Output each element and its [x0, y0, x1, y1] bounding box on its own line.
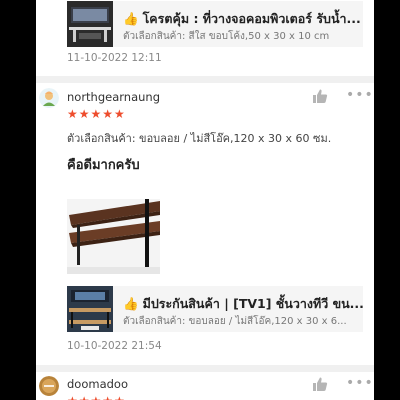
star-rating: ★★★★★: [67, 107, 126, 121]
product-thumbnail: [67, 1, 113, 47]
review-date: 11-10-2022 12:11: [67, 52, 162, 64]
more-options-icon[interactable]: •••: [346, 87, 374, 103]
product-variant: ตัวเลือกสินค้า: สีใส ขอบโค้ง,50 x 30 x 1…: [123, 31, 330, 42]
avatar[interactable]: [39, 88, 59, 108]
product-title: 👍 มีประกันสินค้า | [TV1] ชั้นวางทีวี ขน..…: [123, 294, 363, 314]
avatar[interactable]: [39, 376, 59, 396]
product-card[interactable]: 👍 มีประกันสินค้า | [TV1] ชั้นวางทีวี ขน..…: [67, 286, 363, 332]
username: northgearnaung: [67, 90, 161, 104]
product-variant: ตัวเลือกสินค้า: ขอบลอย / ไม่สีโอ๊ค,120 x…: [123, 316, 347, 327]
username: doomadoo: [67, 377, 128, 391]
product-title-text: โครตคุ้ม : ที่วางจอคอมพิวเตอร์ รับน้ำ...: [142, 11, 361, 26]
divider: [36, 76, 374, 83]
product-card[interactable]: 👍 โครตคุ้ม : ที่วางจอคอมพิวเตอร์ รับน้ำ..…: [67, 1, 363, 47]
review-date: 10-10-2022 21:54: [67, 340, 162, 352]
product-thumbnail: [67, 286, 113, 332]
thumbs-up-emoji-icon: 👍: [123, 11, 139, 26]
review-photo[interactable]: [67, 181, 160, 274]
review-list: 👍 โครตคุ้ม : ที่วางจอคอมพิวเตอร์ รับน้ำ..…: [36, 0, 374, 400]
thumbs-up-icon[interactable]: [312, 376, 328, 392]
thumbs-up-emoji-icon: 👍: [123, 296, 139, 311]
product-title-text: มีประกันสินค้า | [TV1] ชั้นวางทีวี ขน...: [142, 296, 363, 311]
variant-info: ตัวเลือกสินค้า: ขอบลอย / ไม่สีโอ๊ค,120 x…: [67, 132, 332, 145]
more-options-icon[interactable]: •••: [346, 375, 374, 391]
product-title: 👍 โครตคุ้ม : ที่วางจอคอมพิวเตอร์ รับน้ำ..…: [123, 9, 363, 29]
divider: [36, 365, 374, 372]
thumbs-up-icon[interactable]: [312, 88, 328, 104]
star-rating: ★★★★★: [67, 394, 126, 400]
review-comment: คือดีมากครับ: [67, 158, 140, 173]
